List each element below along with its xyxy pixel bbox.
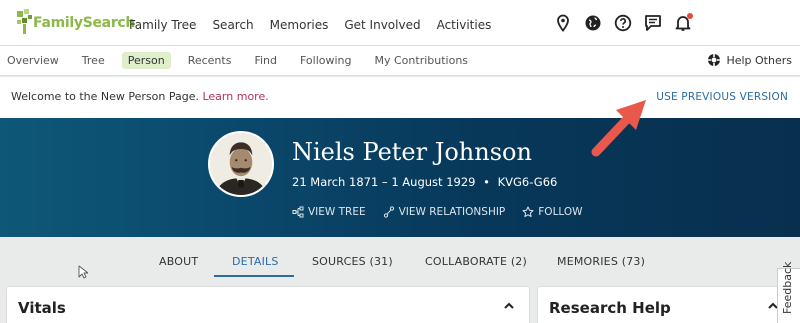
star-icon	[522, 206, 534, 217]
tab-details[interactable]: DETAILS	[232, 255, 279, 268]
bell-icon[interactable]	[674, 13, 693, 32]
notification-badge	[687, 13, 693, 19]
nav-search[interactable]: Search	[212, 18, 253, 32]
welcome-bar: Welcome to the New Person Page. Learn mo…	[0, 77, 800, 118]
research-help-card: Research Help	[537, 286, 794, 323]
vitals-title: Vitals	[18, 299, 66, 317]
follow-button[interactable]: FOLLOW	[522, 206, 583, 218]
subnav-following[interactable]: Following	[294, 52, 358, 69]
person-banner: Niels Peter Johnson 21 March 1871 – 1 Au…	[0, 118, 800, 237]
tree-icon	[292, 206, 304, 218]
view-relationship-label: VIEW RELATIONSHIP	[398, 206, 506, 218]
use-previous-version-link[interactable]: USE PREVIOUS VERSION	[656, 91, 788, 103]
mouse-cursor-icon	[78, 265, 88, 279]
person-id[interactable]: KVG6-G66	[498, 175, 558, 189]
research-help-title: Research Help	[549, 299, 671, 317]
help-others-button[interactable]: Help Others	[707, 53, 792, 67]
follow-label: FOLLOW	[538, 206, 583, 218]
subnav-my-contributions[interactable]: My Contributions	[369, 52, 475, 69]
learn-more-link[interactable]: Learn more.	[202, 90, 268, 103]
subnav-person[interactable]: Person	[121, 52, 171, 69]
help-icon[interactable]	[614, 14, 632, 32]
nav-activities[interactable]: Activities	[437, 18, 492, 32]
top-header: FamilySearch Family Tree Search Memories…	[0, 0, 800, 46]
vitals-card: Vitals	[6, 286, 530, 323]
person-tabs: ABOUT DETAILS SOURCES (31) COLLABORATE (…	[0, 237, 800, 283]
logo-text[interactable]: FamilySearch	[33, 15, 135, 31]
app-window: FamilySearch Family Tree Search Memories…	[0, 0, 800, 323]
subnav-recents[interactable]: Recents	[182, 52, 238, 69]
person-dates: 21 March 1871 – 1 August 1929	[292, 175, 476, 189]
dates-separator: •	[483, 175, 490, 189]
subnav-find[interactable]: Find	[248, 52, 283, 69]
nav-family-tree[interactable]: Family Tree	[129, 18, 196, 32]
welcome-message: Welcome to the New Person Page. Learn mo…	[11, 90, 269, 103]
tab-collaborate[interactable]: COLLABORATE (2)	[425, 255, 527, 268]
welcome-text: Welcome to the New Person Page.	[11, 90, 199, 103]
chevron-up-icon[interactable]	[503, 300, 515, 312]
globe-icon[interactable]	[584, 14, 602, 32]
view-tree-button[interactable]: VIEW TREE	[292, 206, 366, 218]
feedback-label: Feedback	[781, 261, 794, 314]
annotation-arrow-icon	[591, 100, 646, 157]
subnav-tree[interactable]: Tree	[76, 52, 111, 69]
nav-memories[interactable]: Memories	[270, 18, 329, 32]
help-others-label: Help Others	[726, 53, 792, 67]
main-nav: Family Tree Search Memories Get Involved…	[129, 18, 507, 32]
person-name: Niels Peter Johnson	[292, 138, 532, 166]
tab-about[interactable]: ABOUT	[159, 255, 198, 268]
tab-sources[interactable]: SOURCES (31)	[312, 255, 393, 268]
lifebuoy-icon	[708, 54, 721, 66]
person-lifespan: 21 March 1871 – 1 August 1929 • KVG6-G66	[292, 175, 557, 189]
view-tree-label: VIEW TREE	[308, 206, 366, 218]
person-actions: VIEW TREE VIEW RELATIONSHIP FOLLOW	[292, 206, 600, 218]
relationship-icon	[383, 206, 394, 218]
header-icons	[542, 13, 693, 32]
nav-get-involved[interactable]: Get Involved	[344, 18, 420, 32]
portrait-image	[210, 133, 272, 195]
person-portrait[interactable]	[208, 131, 274, 197]
sub-nav: Overview Tree Person Recents Find Follow…	[0, 46, 800, 76]
view-relationship-button[interactable]: VIEW RELATIONSHIP	[383, 206, 506, 218]
chat-icon[interactable]	[644, 14, 662, 32]
feedback-tab[interactable]: Feedback	[777, 262, 800, 323]
active-tab-indicator	[214, 275, 294, 277]
subnav-overview[interactable]: Overview	[7, 52, 65, 69]
tab-memories[interactable]: MEMORIES (73)	[557, 255, 645, 268]
map-pin-icon[interactable]	[554, 14, 572, 32]
